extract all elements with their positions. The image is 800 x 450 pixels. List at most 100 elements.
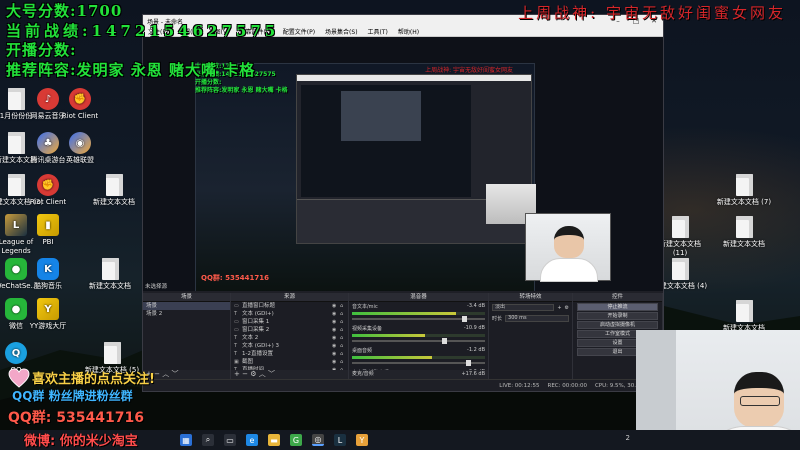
lock-icon[interactable]: ⌂ [340,318,348,326]
mixer-channel-db: -10.9 dB [463,325,485,331]
yy-icon[interactable]: Y [356,434,368,446]
sources-panel: 来源 ▭ 直播窗口标题 ◉ ⌂ T 文本 (GDI+) ◉ ⌂ ▭ 窗口采集 1 ◉ ⌂ ▭ 窗口采… [231,293,349,379]
volume-slider[interactable] [352,316,485,322]
visibility-icon[interactable]: ◉ [332,310,340,318]
menu-tools[interactable]: 工具(T) [363,27,393,36]
virtual-camera-button[interactable]: 启动虚拟摄像机 [577,321,658,329]
source-item[interactable]: T 文本 (GDI+) 3 ◉ ⌂ [231,342,348,350]
volume-slider-handle[interactable] [442,338,448,344]
desktop-icon-doc[interactable]: 新建文本文档 [82,258,138,291]
visibility-icon[interactable]: ◉ [332,342,340,350]
mixer-channel-name: 视频采集设备 [352,326,383,332]
mixer-channel: 视频采集设备 -10.9 dB [349,324,488,346]
overlay-comp-line: 推荐阵容:发明家 永恩 赌大嘴 卡格 [6,60,256,79]
desktop-icon-yy[interactable]: Y YY游戏大厅 [20,298,76,331]
visibility-icon[interactable]: ◉ [332,326,340,334]
doc-icon [671,258,689,280]
overlay-start-score-line: 开播分数: [6,41,77,59]
scene-item[interactable]: 场景 2 [143,310,230,318]
volume-slider[interactable] [352,338,485,344]
doc-icon [103,342,121,364]
lol-icon[interactable]: L [334,434,346,446]
mixer-channel: 桌面音频 -1.2 dB [349,346,488,368]
doc-icon [101,258,119,280]
riot-icon: ✊ [69,88,91,110]
desktop-icon-doc[interactable]: 新建文本文档 [86,174,142,207]
menu-scene-collection[interactable]: 场景集合(S) [320,27,363,36]
source-item[interactable]: T 1-2直播设置 ◉ ⌂ [231,350,348,358]
chrome-icon[interactable]: G [290,434,302,446]
rec-status: REC: 00:00:00 [547,382,587,389]
mixer-channel-name: 桌面音频 [352,348,373,354]
overlay-record-line: 当前战绩:1472154627575 [6,21,280,40]
visibility-icon[interactable]: ◉ [332,358,340,366]
window-icon: ▭ [234,327,239,333]
source-item[interactable]: ▭ 窗口采集 2 ◉ ⌂ [231,326,348,334]
audio-level-meter [352,334,485,337]
move-down-icon[interactable]: ﹀ [268,370,275,378]
menu-help[interactable]: 帮助(H) [393,27,424,36]
lock-icon[interactable]: ⌂ [340,334,348,342]
volume-slider[interactable] [352,360,485,366]
duration-label: 时长 [492,316,503,322]
desktop-icon-doc[interactable]: 新建文本文档 [716,216,772,249]
desktop-icon-doc[interactable]: 新建文本文档 (7) [716,174,772,207]
window-icon: ▭ [234,303,239,309]
controls-panel-title: 控件 [573,293,662,302]
edge-icon[interactable]: e [246,434,258,446]
start-recording-button[interactable]: 开始录制 [577,312,658,320]
mixer-panel-title: 混音器 [349,293,488,302]
taskview-icon[interactable]: ▭ [224,434,236,446]
stat-overlay: 大号分数:1700 当前战绩:1472154627575 开播分数: 推荐阵容:… [6,2,296,80]
source-item[interactable]: T 文本 2 ◉ ⌂ [231,334,348,342]
sources-toolbar: + − ⚙ ︿ ﹀ [231,370,348,379]
transition-select[interactable]: 淡出 [492,304,555,311]
stop-streaming-button[interactable]: 停止推流 [577,303,658,311]
text-icon: T [234,343,238,349]
lock-icon[interactable]: ⌂ [340,358,348,366]
desktop-icon-doc[interactable]: 新建文本文档 [716,300,772,333]
audio-level-meter [352,356,485,359]
lock-icon[interactable]: ⌂ [340,310,348,318]
volume-slider-handle[interactable] [462,316,468,322]
tray-clock[interactable]: 2 [626,434,630,442]
lock-icon[interactable]: ⌂ [340,350,348,358]
gear-icon[interactable]: ⚙ [565,305,569,311]
remove-icon[interactable]: − [242,370,248,378]
window-icon: ▭ [234,319,239,325]
visibility-icon[interactable]: ◉ [332,302,340,310]
yy-icon: Y [37,298,59,320]
desktop-icon-kugou[interactable]: K 酷狗音乐 [20,258,76,291]
add-icon[interactable]: + [234,370,240,378]
promo-taobao: 微博: 你的米少淘宝 [24,434,138,449]
sources-panel-title: 来源 [231,293,348,302]
desktop-icon-riot[interactable]: ✊ Riot Client [20,174,76,207]
desktop-icon-riot[interactable]: ✊ Riot Client [52,88,108,121]
preview-no-source-label: 未选择源 [145,284,168,290]
visibility-icon[interactable]: ◉ [332,334,340,342]
visibility-icon[interactable]: ◉ [332,318,340,326]
visibility-icon[interactable]: ◉ [332,350,340,358]
desktop-icon-pbi[interactable]: ▮ PBI [20,214,76,247]
image-icon: ▣ [234,359,239,365]
lock-icon[interactable]: ⌂ [340,342,348,350]
pbi-icon: ▮ [37,214,59,236]
desktop-icon-game[interactable]: ◉ 英雄联盟 [52,132,108,165]
mixer-channel-db: -3.4 dB [467,303,485,309]
source-item[interactable]: ▭ 直播窗口标题 ◉ ⌂ [231,302,348,310]
volume-slider-handle[interactable] [466,360,472,366]
scene-item[interactable]: 场景 [143,302,230,310]
lock-icon[interactable]: ⌂ [340,326,348,334]
add-icon[interactable]: + [557,305,561,311]
mixer-panel: 混音器 音文本/mic -3.4 dB 视频采集设备 -10.9 dB 桌面音频 -1.2… [349,293,489,388]
source-item[interactable]: T 文本 (GDI+) ◉ ⌂ [231,310,348,318]
source-item[interactable]: ▭ 窗口采集 1 ◉ ⌂ [231,318,348,326]
duration-input[interactable]: 300 ms [505,315,569,322]
lock-icon[interactable]: ⌂ [340,302,348,310]
move-up-icon[interactable]: ︿ [259,370,266,378]
obs-icon[interactable]: ◎ [312,434,324,446]
gear-icon[interactable]: ⚙ [250,370,256,378]
source-item[interactable]: ▣ 截图 ◉ ⌂ [231,358,348,366]
game-icon: ◉ [69,132,91,154]
folder-icon[interactable]: ▬ [268,434,280,446]
